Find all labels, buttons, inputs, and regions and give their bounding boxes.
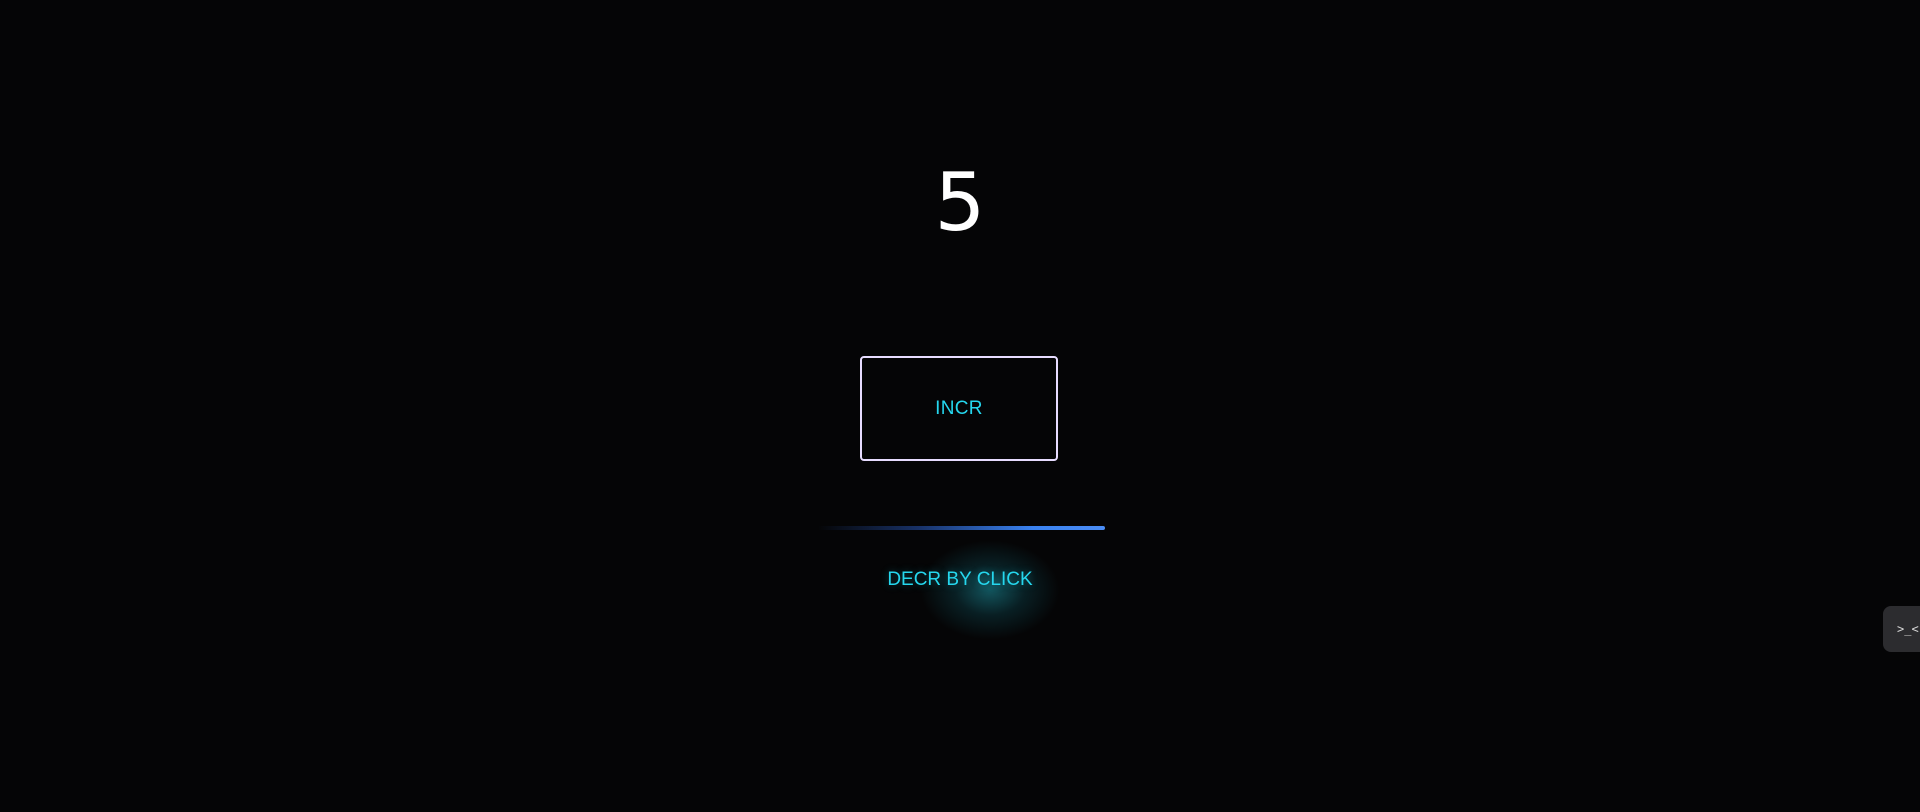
counter-value: 5 (934, 156, 986, 249)
decr-by-click-button[interactable]: DECR BY CLICK (860, 560, 1060, 600)
accent-divider (818, 526, 1105, 530)
incr-button[interactable]: INCR (860, 356, 1058, 461)
devtools-toggle-button[interactable]: >_< (1883, 606, 1920, 652)
app-canvas: 5 INCR DECR BY CLICK >_< (0, 0, 1920, 812)
devtools-icon: >_< (1897, 622, 1919, 636)
